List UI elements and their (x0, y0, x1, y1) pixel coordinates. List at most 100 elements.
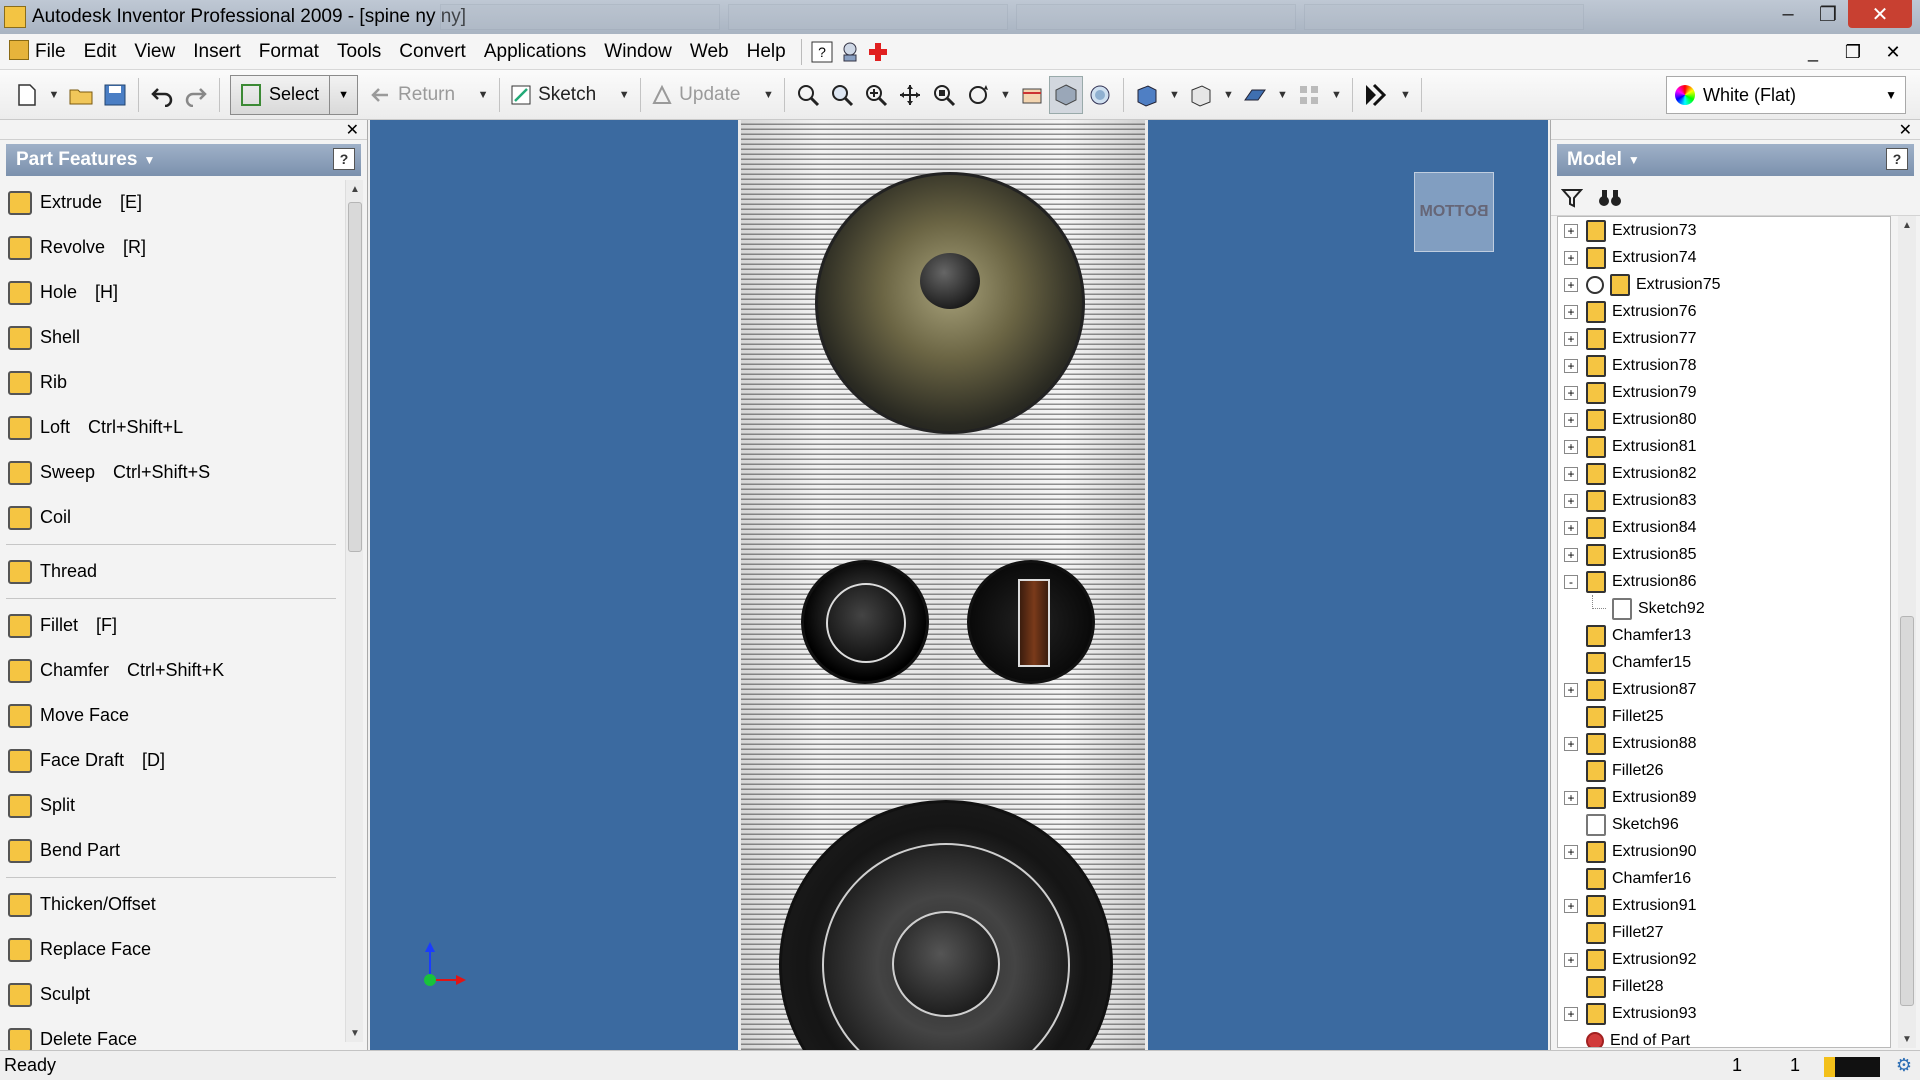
color-style-dropdown[interactable]: White (Flat) ▼ (1666, 76, 1906, 114)
feature-sculpt[interactable]: Sculpt (0, 972, 340, 1017)
look-at-icon[interactable] (1015, 76, 1049, 114)
menu-tools[interactable]: Tools (328, 41, 390, 63)
feature-revolve[interactable]: Revolve [R] (0, 225, 340, 270)
sketch-dropdown-icon[interactable]: ▼ (614, 76, 634, 114)
zoom-icon[interactable] (859, 76, 893, 114)
tree-node[interactable]: + Extrusion76 (1558, 298, 1890, 325)
tree-node[interactable]: Fillet27 (1558, 919, 1890, 946)
tree-node[interactable]: + Extrusion80 (1558, 406, 1890, 433)
minimize-button[interactable]: – (1768, 0, 1808, 28)
menu-help[interactable]: Help (738, 41, 795, 63)
menu-applications[interactable]: Applications (475, 41, 595, 63)
tree-node[interactable]: + Extrusion91 (1558, 892, 1890, 919)
menu-view[interactable]: View (125, 41, 184, 63)
accelerator-dropdown-icon[interactable]: ▼ (1395, 76, 1415, 114)
tree-node[interactable]: + Extrusion93 (1558, 1000, 1890, 1027)
feature-hole[interactable]: Hole [H] (0, 270, 340, 315)
expand-icon[interactable]: + (1564, 250, 1578, 265)
close-button[interactable]: ✕ (1848, 0, 1912, 28)
feature-rib[interactable]: Rib (0, 360, 340, 405)
find-binoculars-icon[interactable] (1597, 187, 1623, 209)
tree-node[interactable]: + Extrusion84 (1558, 514, 1890, 541)
section-dropdown-icon[interactable]: ▼ (1218, 76, 1238, 114)
panel-grip[interactable]: ✕ (0, 120, 367, 140)
feature-shell[interactable]: Shell (0, 315, 340, 360)
expand-icon[interactable]: + (1564, 952, 1578, 967)
menu-window[interactable]: Window (595, 41, 681, 63)
tree-node[interactable]: Fillet25 (1558, 703, 1890, 730)
feature-sweep[interactable]: Sweep Ctrl+Shift+S (0, 450, 340, 495)
pan-icon[interactable] (893, 76, 927, 114)
tree-node[interactable]: Sketch92 (1558, 595, 1890, 622)
update-button[interactable]: Update (647, 76, 744, 114)
help-icon[interactable]: ? (333, 148, 355, 170)
viewcube[interactable]: BOTTOM (1414, 172, 1494, 252)
tree-node[interactable]: Fillet26 (1558, 757, 1890, 784)
zoom-all-icon[interactable] (791, 76, 825, 114)
feature-loft[interactable]: Loft Ctrl+Shift+L (0, 405, 340, 450)
tree-node[interactable]: + Extrusion77 (1558, 325, 1890, 352)
tree-node[interactable]: + Extrusion73 (1558, 217, 1890, 244)
feature-fillet[interactable]: Fillet [F] (0, 603, 340, 648)
tree-node[interactable]: Fillet28 (1558, 973, 1890, 1000)
scrollbar-thumb[interactable] (1900, 616, 1914, 1006)
scrollbar-thumb[interactable] (348, 202, 362, 552)
new-dropdown-icon[interactable]: ▼ (44, 76, 64, 114)
tree-node[interactable]: + Extrusion89 (1558, 784, 1890, 811)
work-plane-dropdown-icon[interactable]: ▼ (1272, 76, 1292, 114)
menu-web[interactable]: Web (681, 41, 738, 63)
rotate-icon[interactable] (961, 76, 995, 114)
open-icon[interactable] (64, 76, 98, 114)
doc-close-button[interactable]: ✕ (1876, 38, 1910, 66)
tree-node[interactable]: + Extrusion78 (1558, 352, 1890, 379)
select-dropdown-icon[interactable]: ▼ (330, 74, 359, 115)
feature-replace-face[interactable]: Replace Face (0, 927, 340, 972)
tree-node[interactable]: + Extrusion83 (1558, 487, 1890, 514)
tree-node[interactable]: Chamfer16 (1558, 865, 1890, 892)
expand-icon[interactable]: + (1564, 304, 1578, 319)
expand-icon[interactable]: + (1564, 277, 1578, 292)
feature-extrude[interactable]: Extrude [E] (0, 180, 340, 225)
tree-node[interactable]: + Extrusion82 (1558, 460, 1890, 487)
woofer-driver[interactable] (779, 800, 1113, 1050)
camera-dropdown-icon[interactable]: ▼ (1164, 76, 1184, 114)
scroll-down-icon[interactable]: ▼ (1898, 1030, 1916, 1048)
expand-icon[interactable]: + (1564, 1006, 1578, 1021)
section-view-icon[interactable] (1184, 76, 1218, 114)
expand-icon[interactable]: + (1564, 844, 1578, 859)
feature-move-face[interactable]: Move Face (0, 693, 340, 738)
tree-node[interactable]: + Extrusion75 (1558, 271, 1890, 298)
tree-node[interactable]: Chamfer15 (1558, 649, 1890, 676)
help-icon[interactable]: ? (1886, 148, 1908, 170)
feature-thicken-offset[interactable]: Thicken/Offset (0, 882, 340, 927)
model-tree-scrollbar[interactable]: ▲ ▼ (1898, 216, 1916, 1048)
tree-node[interactable]: + Extrusion85 (1558, 541, 1890, 568)
scroll-up-icon[interactable]: ▲ (1898, 216, 1916, 234)
expand-icon[interactable]: + (1564, 439, 1578, 454)
tree-node[interactable]: End of Part (1558, 1027, 1890, 1047)
feature-face-draft[interactable]: Face Draft [D] (0, 738, 340, 783)
feature-coil[interactable]: Coil (0, 495, 340, 540)
expand-icon[interactable]: + (1564, 898, 1578, 913)
expand-icon[interactable]: + (1564, 520, 1578, 535)
menu-convert[interactable]: Convert (390, 41, 475, 63)
rotate-dropdown-icon[interactable]: ▼ (995, 76, 1015, 114)
panel-close-icon[interactable]: ✕ (346, 120, 359, 140)
graphics-viewport[interactable]: BOTTOM (370, 120, 1548, 1050)
filter-icon[interactable] (1561, 187, 1583, 209)
scroll-up-icon[interactable]: ▲ (346, 180, 364, 198)
expand-icon[interactable]: + (1564, 358, 1578, 373)
zoom-selected-icon[interactable] (927, 76, 961, 114)
tree-node[interactable]: Chamfer13 (1558, 622, 1890, 649)
expand-icon[interactable]: + (1564, 223, 1578, 238)
shadow-icon[interactable] (1083, 76, 1117, 114)
speaker-model[interactable] (738, 120, 1148, 1050)
pattern-dropdown-icon[interactable]: ▼ (1326, 76, 1346, 114)
tree-node[interactable]: + Extrusion79 (1558, 379, 1890, 406)
undo-icon[interactable] (145, 76, 179, 114)
update-dropdown-icon[interactable]: ▼ (758, 76, 778, 114)
redo-icon[interactable] (179, 76, 213, 114)
feature-bend-part[interactable]: Bend Part (0, 828, 340, 873)
menu-insert[interactable]: Insert (184, 41, 250, 63)
tree-node[interactable]: + Extrusion81 (1558, 433, 1890, 460)
